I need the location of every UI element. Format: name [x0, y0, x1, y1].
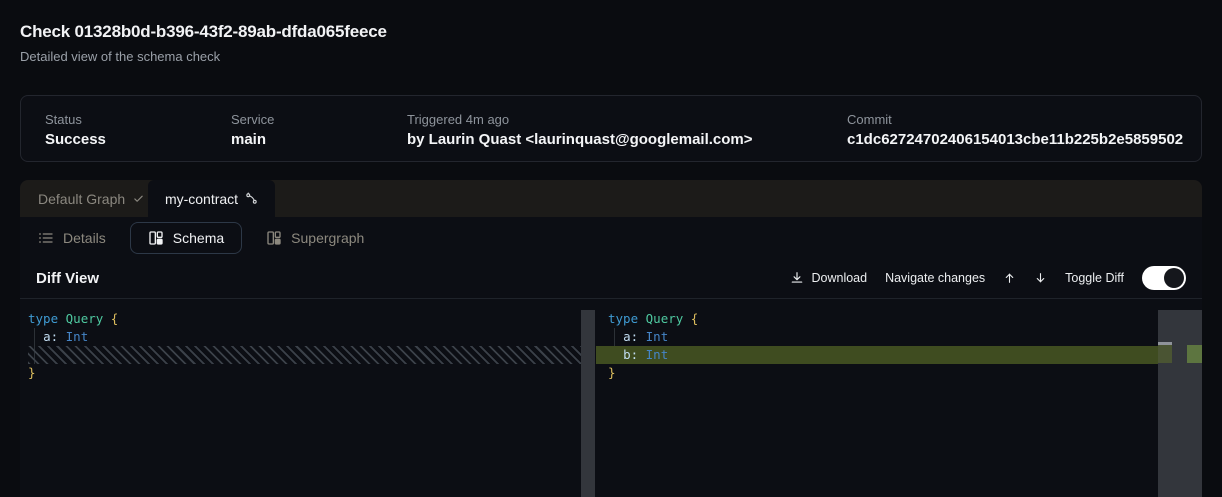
- code-line: }: [28, 364, 581, 382]
- code-line-added: b: Int: [596, 346, 1172, 364]
- panels-icon: [148, 230, 164, 246]
- code-line-hatched: [28, 346, 581, 364]
- tab-supergraph-label: Supergraph: [291, 230, 364, 246]
- meta-commit: Commit c1dc62724702406154013cbe11b225b2e…: [847, 96, 1201, 161]
- tab-default-graph[interactable]: Default Graph: [20, 180, 148, 217]
- page-title: Check 01328b0d-b396-43f2-89ab-dfda065fee…: [20, 22, 387, 42]
- download-icon: [790, 271, 804, 285]
- toggle-diff-switch[interactable]: [1142, 266, 1186, 290]
- code-line: type Query {: [28, 310, 581, 328]
- diff-header: Diff View Download Navigate changes Togg…: [20, 258, 1202, 299]
- view-tabs: Details Schema Supergraph: [20, 217, 1202, 258]
- arrow-up-icon[interactable]: [1003, 271, 1016, 285]
- code-line: }: [608, 364, 1172, 382]
- check-meta-card: Status Success Service main Triggered 4m…: [20, 95, 1202, 162]
- tab-my-contract[interactable]: my-contract: [148, 180, 275, 217]
- navigate-changes-button[interactable]: Navigate changes: [885, 271, 985, 285]
- graph-tabs: Default Graph my-contract: [20, 180, 1202, 217]
- tab-details[interactable]: Details: [38, 230, 106, 246]
- toggle-diff-label: Toggle Diff: [1065, 271, 1124, 285]
- meta-label: Service: [231, 112, 407, 127]
- download-button[interactable]: Download: [790, 271, 867, 285]
- meta-status: Status Success: [21, 96, 231, 161]
- diff-toolbar: Download Navigate changes Toggle Diff: [790, 266, 1186, 290]
- status-value: Success: [45, 131, 231, 148]
- check-icon: [133, 193, 144, 204]
- code-line: type Query {: [608, 310, 1172, 328]
- tab-schema-label: Schema: [173, 230, 224, 246]
- commit-value: c1dc62724702406154013cbe11b225b2e5859502: [847, 131, 1201, 148]
- service-value: main: [231, 131, 407, 148]
- list-icon: [38, 230, 54, 246]
- left-pane-scrollbar[interactable]: [581, 310, 595, 497]
- added-line-under-scrollbar: [1158, 345, 1172, 363]
- meta-label: Commit: [847, 112, 1201, 127]
- meta-triggered: Triggered 4m ago by Laurin Quast <laurin…: [407, 96, 847, 161]
- code-line: a: Int: [608, 328, 1172, 346]
- meta-service: Service main: [231, 96, 407, 161]
- schema-diff-editor: type Query { a: Int} + type Query { a: I…: [20, 299, 1202, 497]
- page-subtitle: Detailed view of the schema check: [20, 49, 387, 64]
- tab-details-label: Details: [63, 230, 106, 246]
- triggered-by-value: by Laurin Quast <laurinquast@googlemail.…: [407, 131, 847, 148]
- tab-default-graph-label: Default Graph: [38, 191, 125, 207]
- meta-label: Status: [45, 112, 231, 127]
- code-line: a: Int: [28, 328, 581, 346]
- arrow-down-icon[interactable]: [1034, 271, 1047, 285]
- toggle-knob: [1164, 268, 1184, 288]
- meta-label: Triggered 4m ago: [407, 112, 847, 127]
- check-detail-panel: Default Graph my-contract Details: [20, 180, 1202, 497]
- tab-supergraph[interactable]: Supergraph: [266, 230, 364, 246]
- diff-right-pane[interactable]: + type Query { a: Int b: Int}: [596, 299, 1202, 497]
- panels-icon: [266, 230, 282, 246]
- navigate-changes-label: Navigate changes: [885, 271, 985, 285]
- diff-view-title: Diff View: [36, 270, 99, 287]
- diff-left-code: type Query { a: Int}: [28, 310, 581, 382]
- diff-left-pane[interactable]: type Query { a: Int}: [20, 299, 596, 497]
- overview-ruler-added-marker: [1187, 345, 1202, 363]
- right-pane-scrollbar[interactable]: [1158, 310, 1202, 497]
- split-branch-icon: [245, 192, 258, 205]
- download-label: Download: [811, 271, 867, 285]
- diff-right-code: type Query { a: Int b: Int}: [608, 310, 1172, 382]
- page-header: Check 01328b0d-b396-43f2-89ab-dfda065fee…: [20, 22, 387, 64]
- tab-schema[interactable]: Schema: [130, 222, 242, 254]
- tab-my-contract-label: my-contract: [165, 191, 238, 207]
